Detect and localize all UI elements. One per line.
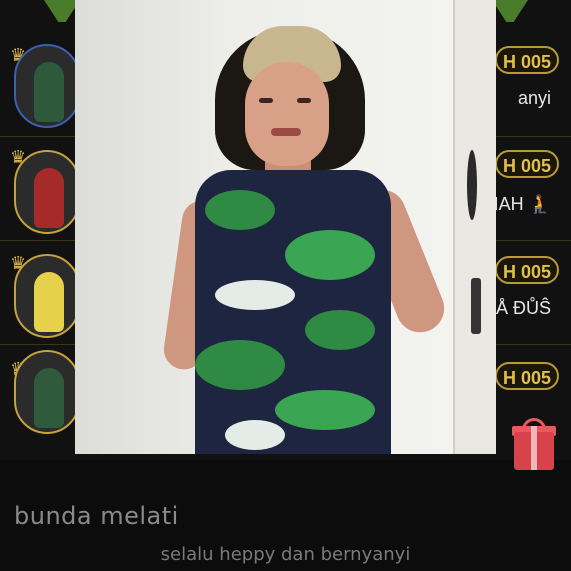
row-text: IAH 🧎 <box>493 194 551 214</box>
photo-eye-left <box>259 98 273 103</box>
profile-name: bunda melati <box>14 502 179 530</box>
photo-door-handle <box>471 278 481 334</box>
level-badge: H 005 <box>495 362 559 390</box>
avatar[interactable] <box>14 44 80 128</box>
profile-photo[interactable] <box>75 0 496 454</box>
photo-face <box>245 62 329 166</box>
photo-eye-right <box>297 98 311 103</box>
row-text: Å ĐŮŜ <box>495 298 551 318</box>
photo-door <box>453 0 496 454</box>
avatar[interactable] <box>14 254 80 338</box>
profile-status-text: selalu heppy dan bernyanyi <box>160 544 411 565</box>
photo-mouth <box>271 128 301 136</box>
level-badge: H 005 <box>495 150 559 178</box>
level-badge: H 005 <box>495 256 559 284</box>
photo-dress <box>195 170 391 454</box>
level-badge: H 005 <box>495 46 559 74</box>
avatar[interactable] <box>14 150 80 234</box>
avatar[interactable] <box>14 350 80 434</box>
gift-icon[interactable] <box>512 418 556 470</box>
profile-status: selalu heppy dan bernyanyi <box>0 544 571 565</box>
row-text: anyi <box>517 88 551 108</box>
photo-door-hinge <box>467 150 477 220</box>
